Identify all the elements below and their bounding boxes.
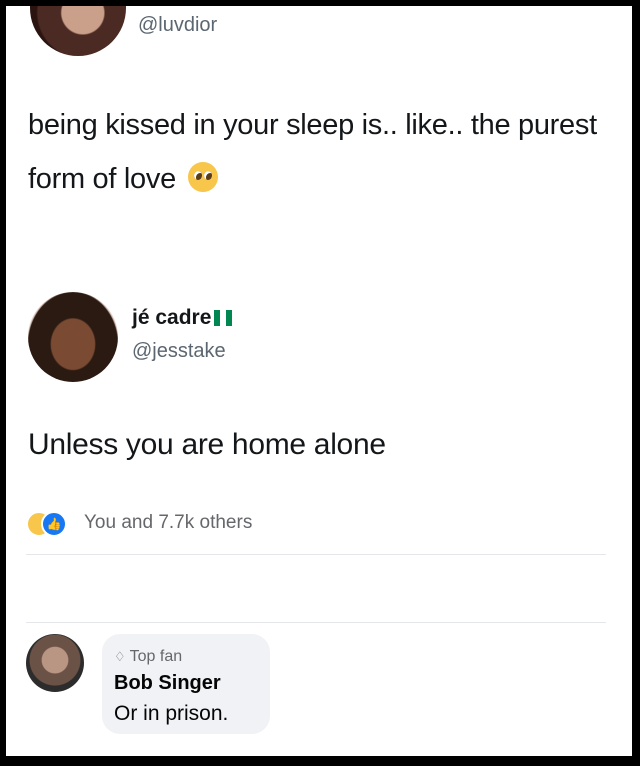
divider-top	[26, 554, 606, 555]
comment-bubble: ♢ Top fan Bob Singer Or in prison.	[102, 634, 270, 734]
tweet-reply-text: Unless you are home alone	[28, 428, 386, 461]
avatar-luvdior[interactable]	[30, 6, 126, 56]
comment-author[interactable]: Bob Singer	[114, 672, 221, 695]
tweet-original-text: being kissed in your sleep is.. like.. t…	[28, 98, 618, 206]
display-name-text: jé cadre	[132, 306, 212, 329]
reaction-count-text[interactable]: You and 7.7k others	[84, 512, 252, 534]
diamond-icon: ♢	[114, 649, 126, 664]
handle-luvdior[interactable]: @luvdior	[138, 14, 217, 37]
divider-bottom	[26, 622, 606, 623]
avatar-bob-singer[interactable]	[26, 634, 84, 692]
tweet-original-body: being kissed in your sleep is.. like.. t…	[28, 109, 597, 195]
top-fan-badge: ♢ Top fan	[114, 648, 182, 666]
nigeria-flag-icon	[214, 308, 233, 332]
meme-screenshot: @luvdior being kissed in your sleep is..…	[6, 6, 632, 756]
like-reaction-icon: 👍	[41, 511, 67, 537]
top-fan-label: Top fan	[129, 648, 183, 665]
display-name-jesstake[interactable]: jé cadre	[132, 306, 233, 332]
pleading-face-emoji-icon	[187, 162, 218, 192]
avatar-jesstake[interactable]	[28, 292, 118, 382]
comment-text: Or in prison.	[114, 702, 229, 725]
handle-jesstake[interactable]: @jesstake	[132, 340, 226, 363]
